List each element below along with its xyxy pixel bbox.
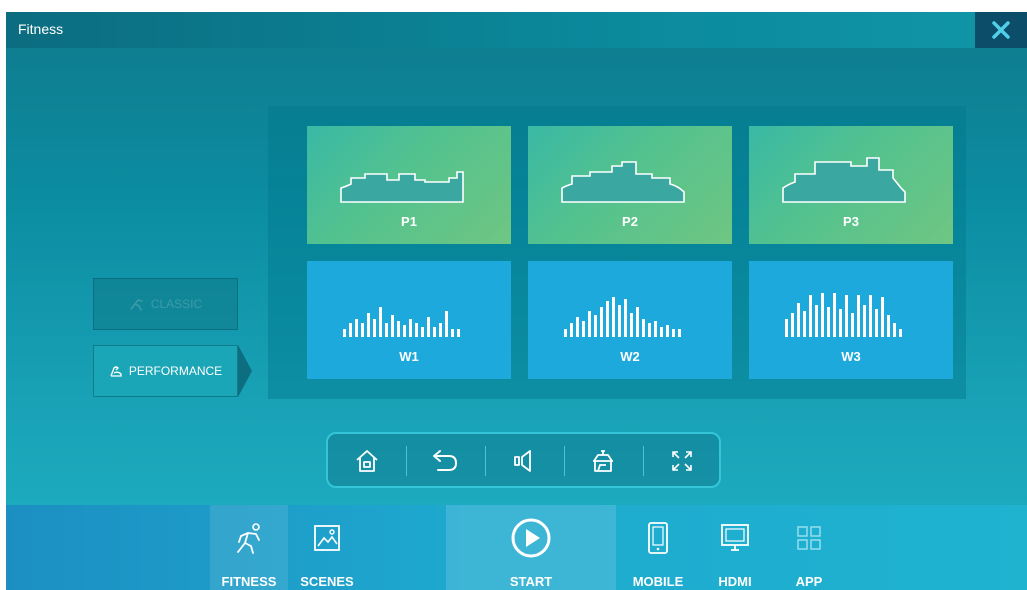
program-label: W1 [399,349,419,364]
lamp-icon [593,450,613,472]
app-grid-icon [797,526,821,550]
performance-mode-label: PERFORMANCE [128,364,223,378]
bottom-navigation: FITNESS SCENES START MOBILE HDMI APP [6,505,1027,590]
close-icon [992,21,1010,39]
muscle-icon [110,366,122,377]
nav-fitness[interactable]: FITNESS [210,505,288,590]
program-tile-w3[interactable]: W3 [749,261,953,379]
volume-button[interactable] [487,438,561,484]
bar-graph-icon [564,297,681,337]
program-tile-p3[interactable]: P3 [749,126,953,244]
toolbar-divider [643,446,644,476]
home-button[interactable] [330,438,404,484]
home-icon [356,450,378,472]
program-tile-p1[interactable]: P1 [307,126,511,244]
nav-scenes[interactable]: SCENES [288,505,366,590]
start-label: START [509,574,553,589]
bar-graph-icon [343,307,460,337]
program-label: W2 [620,349,640,364]
back-button[interactable] [408,438,482,484]
program-label: P3 [843,214,859,229]
nav-hdmi[interactable]: HDMI [698,505,772,590]
toolbar-divider [485,446,486,476]
nav-scenes-label: SCENES [300,574,354,589]
profile-graph-icon [340,171,464,203]
lamp-button[interactable] [566,438,640,484]
program-tile-w2[interactable]: W2 [528,261,732,379]
close-button[interactable] [975,12,1027,48]
start-button[interactable]: START [446,505,616,590]
runner-icon [237,523,260,554]
image-icon [314,525,340,551]
nav-app[interactable]: APP [772,505,846,590]
program-label: W3 [841,349,861,364]
fitness-app: Fitness CLASSIC PERFORMANCE P1 P2 P3 W1 … [6,12,1027,590]
volume-icon [514,450,531,472]
performance-mode-button[interactable]: PERFORMANCE [93,345,238,397]
mobile-icon [648,522,668,554]
window-title: Fitness [18,21,64,37]
control-toolbar [326,432,721,488]
nav-hdmi-label: HDMI [718,574,752,589]
title-bar: Fitness [6,12,1027,48]
toolbar-divider [564,446,565,476]
nav-app-label: APP [795,574,823,589]
runner-icon [130,299,143,311]
profile-graph-icon [561,161,685,203]
bar-graph-icon [785,293,902,337]
selected-mode-pointer [238,345,252,397]
program-tile-w1[interactable]: W1 [307,261,511,379]
program-tile-p2[interactable]: P2 [528,126,732,244]
nav-mobile[interactable]: MOBILE [618,505,698,590]
classic-mode-button[interactable]: CLASSIC [93,278,238,330]
program-label: P2 [622,214,638,229]
nav-mobile-label: MOBILE [632,574,684,589]
classic-mode-label: CLASSIC [150,297,203,311]
play-icon [511,518,551,558]
monitor-icon [721,524,749,551]
back-icon [433,450,457,471]
fullscreen-icon [672,451,692,471]
program-grid: P1 P2 P3 W1 W2 W3 [268,106,966,399]
program-label: P1 [401,214,417,229]
nav-fitness-label: FITNESS [221,574,277,589]
toolbar-divider [406,446,407,476]
fullscreen-button[interactable] [645,438,719,484]
profile-graph-icon [782,157,906,203]
